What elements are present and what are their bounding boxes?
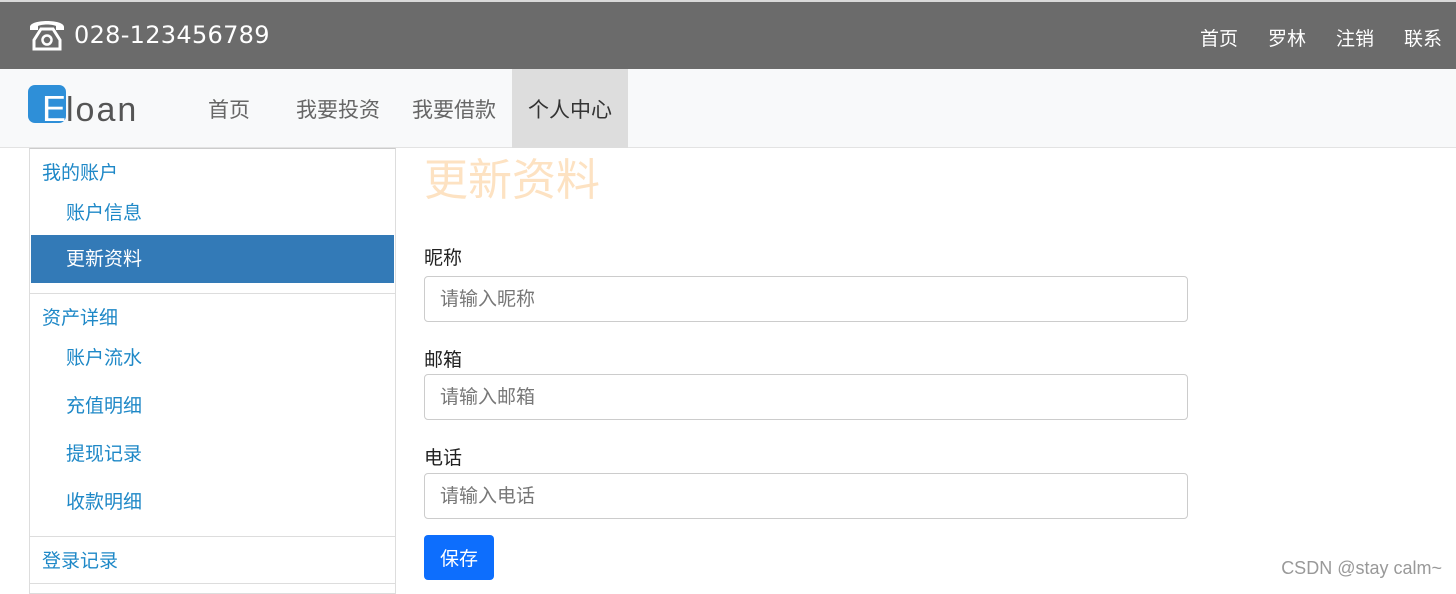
top-link-logout[interactable]: 注销 (1336, 24, 1374, 51)
email-label: 邮箱 (424, 349, 463, 371)
page-title: 更新资料 (424, 155, 600, 206)
nickname-label: 昵称 (424, 247, 463, 269)
nav-menu: 首页 我要投资 我要借款 个人中心 (176, 69, 628, 148)
sidebar-group-my-account[interactable]: 我的账户 (30, 149, 395, 189)
phone-number: 028-123456789 (74, 21, 270, 49)
top-link-home[interactable]: 首页 (1200, 24, 1238, 51)
top-link-contact[interactable]: 联系 (1404, 24, 1442, 51)
phone-label: 电话 (424, 447, 463, 469)
sidebar-item-account-flow[interactable]: 账户流水 (30, 334, 395, 382)
sidebar-group-login-records[interactable]: 登录记录 (30, 537, 395, 577)
nav-item-personal-center[interactable]: 个人中心 (512, 69, 628, 148)
sidebar-item-update-profile[interactable]: 更新资料 (31, 235, 394, 283)
svg-text:loan: loan (66, 91, 138, 127)
main-navbar: E loan 首页 我要投资 我要借款 个人中心 (0, 69, 1456, 148)
sidebar-item-recharge-details[interactable]: 充值明细 (30, 382, 395, 430)
top-bar: 028-123456789 首页 罗林 注销 联系 (0, 0, 1456, 69)
sidebar: 我的账户 账户信息 更新资料 资产详细 账户流水 充值明细 提现记录 收款明细 … (29, 148, 396, 594)
svg-text:E: E (42, 88, 66, 127)
top-link-user[interactable]: 罗林 (1268, 24, 1306, 51)
sidebar-divider (30, 583, 395, 584)
email-input[interactable] (424, 374, 1188, 420)
top-links: 首页 罗林 注销 联系 (1170, 24, 1442, 51)
phone-contact: 028-123456789 (26, 14, 270, 56)
save-button[interactable]: 保存 (424, 535, 494, 580)
eloan-logo[interactable]: E loan (28, 85, 150, 129)
sidebar-item-receipt-details[interactable]: 收款明细 (30, 478, 395, 526)
watermark: CSDN @stay calm~ (1281, 558, 1442, 578)
nickname-input[interactable] (424, 276, 1188, 322)
profile-form: 更新资料 昵称 邮箱 电话 保存 (424, 148, 1188, 580)
telephone-icon (26, 14, 68, 56)
phone-input[interactable] (424, 473, 1188, 519)
sidebar-group-asset-details[interactable]: 资产详细 (30, 294, 395, 334)
nav-item-invest[interactable]: 我要投资 (280, 69, 396, 148)
nav-item-borrow[interactable]: 我要借款 (396, 69, 512, 148)
sidebar-item-withdraw-records[interactable]: 提现记录 (30, 430, 395, 478)
sidebar-item-account-info[interactable]: 账户信息 (30, 189, 395, 235)
nav-item-home[interactable]: 首页 (176, 69, 280, 148)
